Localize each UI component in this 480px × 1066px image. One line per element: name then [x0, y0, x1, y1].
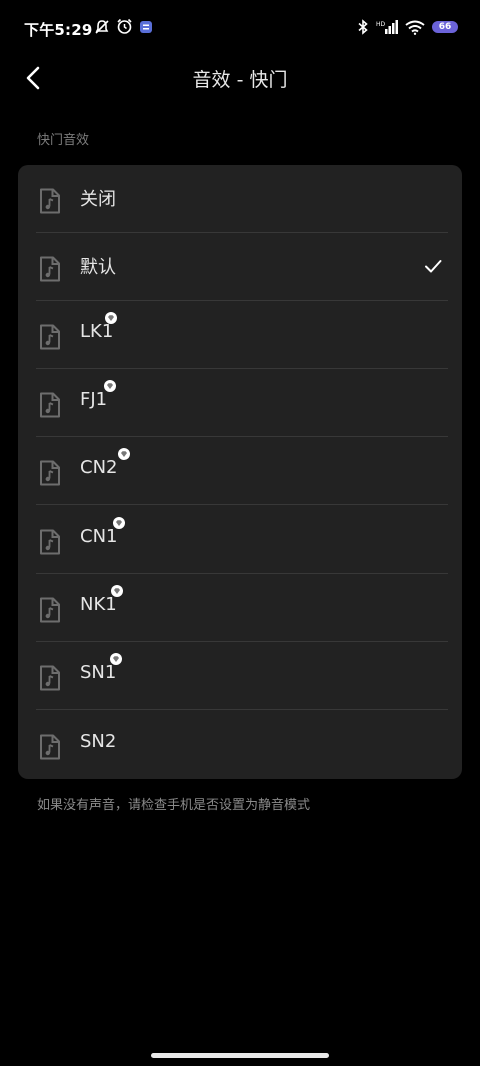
header: 音效 - 快门 [0, 56, 480, 100]
battery-indicator: 66 [432, 21, 458, 33]
sound-option-label: SN1 [80, 662, 117, 683]
shutter-sound-list: 关闭默认 LK1 FJ1 CN2 CN1 NK1 SN1 SN2 [18, 165, 462, 779]
sound-option-row[interactable]: SN2 [18, 711, 462, 779]
status-time: 下午5:29 [24, 21, 93, 39]
sound-option-label: CN2 [80, 457, 118, 478]
sound-option-row[interactable]: CN2 [18, 437, 462, 505]
audio-file-icon [40, 392, 60, 418]
premium-diamond-icon [104, 380, 116, 392]
premium-diamond-icon [118, 448, 130, 460]
home-indicator[interactable] [151, 1053, 329, 1058]
sound-option-label: 关闭 [80, 189, 116, 210]
notification-app-icon [140, 20, 152, 33]
audio-file-icon [40, 665, 60, 691]
status-bar: 下午5:29 HD 66 [0, 0, 480, 56]
wifi-icon [405, 20, 425, 35]
sound-option-row[interactable]: FJ1 [18, 369, 462, 437]
sound-option-row[interactable]: 默认 [18, 233, 462, 301]
sound-option-row[interactable]: NK1 [18, 574, 462, 642]
premium-diamond-icon [110, 653, 122, 665]
audio-file-icon [40, 256, 60, 282]
audio-file-icon [40, 529, 60, 555]
sound-option-row[interactable]: 关闭 [18, 165, 462, 233]
bluetooth-icon [358, 19, 368, 35]
premium-diamond-icon [113, 517, 125, 529]
premium-diamond-icon [111, 585, 123, 597]
sound-option-row[interactable]: CN1 [18, 506, 462, 574]
alarm-clock-icon [117, 18, 132, 34]
audio-file-icon [40, 324, 60, 350]
audio-file-icon [40, 734, 60, 760]
premium-diamond-icon [105, 312, 117, 324]
sound-option-row[interactable]: LK1 [18, 301, 462, 369]
battery-level: 66 [438, 22, 452, 32]
audio-file-icon [40, 188, 60, 214]
signal-icon: HD [376, 20, 398, 34]
sound-option-row[interactable]: SN1 [18, 642, 462, 710]
sound-option-label: FJ1 [80, 389, 108, 410]
sound-option-label: LK1 [80, 321, 114, 342]
sound-option-label: NK1 [80, 594, 117, 615]
sound-option-label: SN2 [80, 731, 117, 752]
row-divider [36, 709, 448, 710]
svg-text:HD: HD [376, 21, 386, 28]
muted-bell-icon [95, 19, 109, 34]
checkmark-icon [425, 260, 442, 273]
page-title: 音效 - 快门 [192, 69, 288, 91]
audio-file-icon [40, 460, 60, 486]
section-label: 快门音效 [37, 133, 90, 148]
row-divider [36, 504, 448, 505]
sound-option-label: CN1 [80, 526, 118, 547]
audio-file-icon [40, 597, 60, 623]
footer-note: 如果没有声音，请检查手机是否设置为静音模式 [37, 798, 311, 813]
sound-option-label: 默认 [80, 257, 116, 278]
